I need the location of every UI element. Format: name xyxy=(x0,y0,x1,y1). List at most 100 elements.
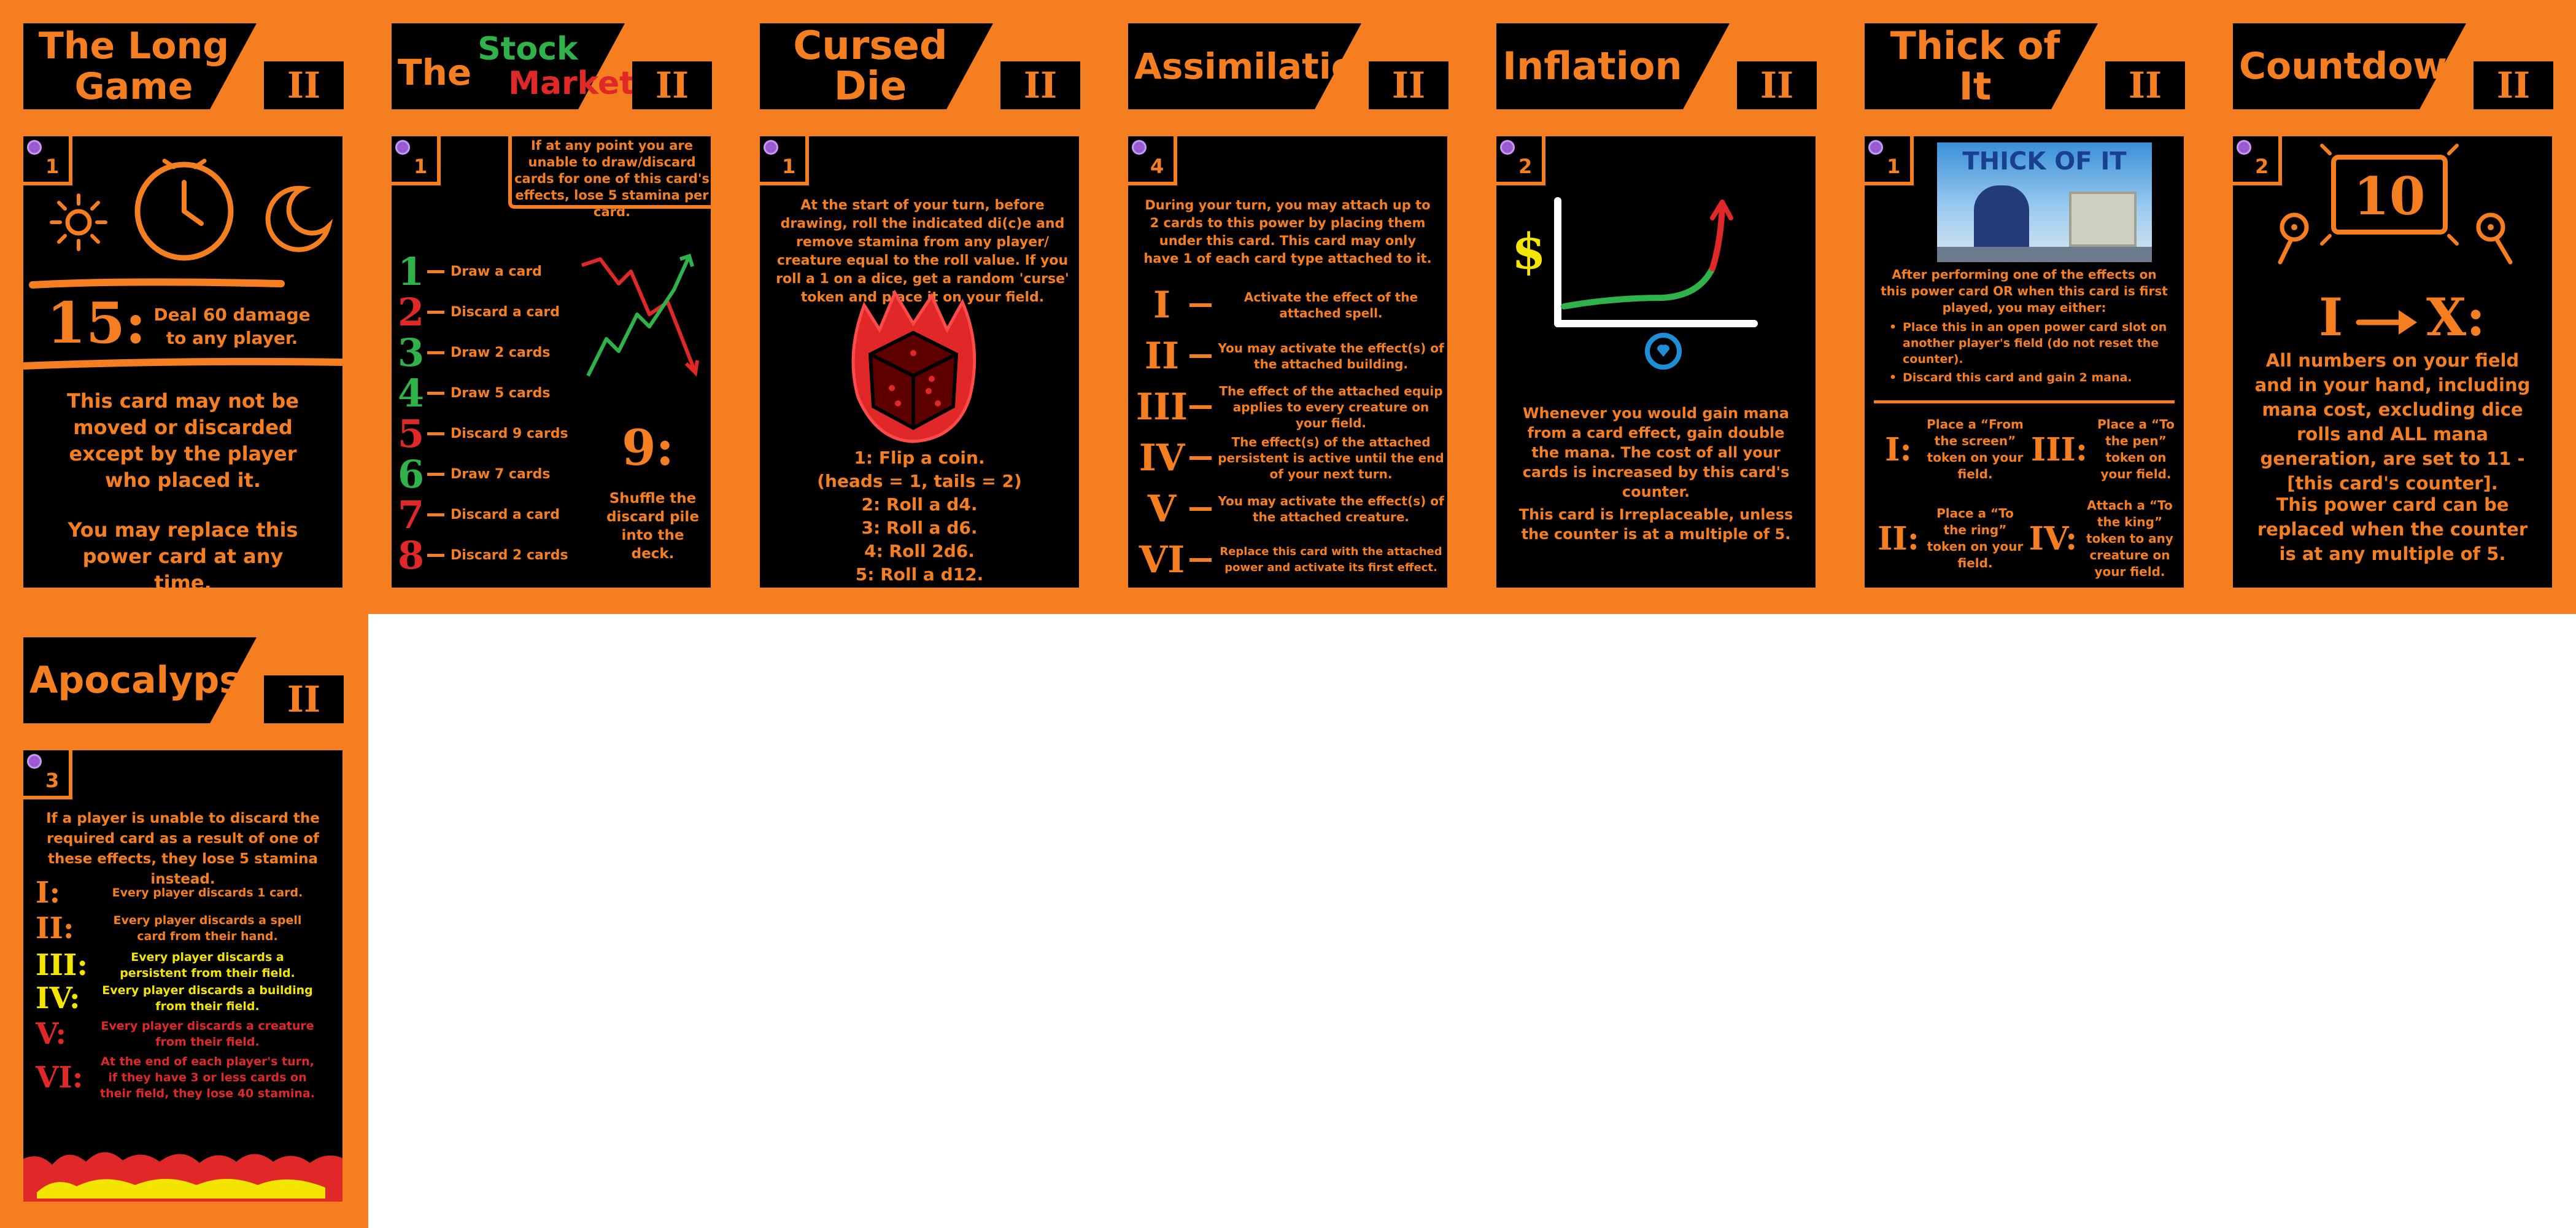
effect-dash xyxy=(1189,558,1212,562)
effect-cell: IV: Attach a “To the king” token to any c… xyxy=(2025,495,2179,581)
bullet-dot: • xyxy=(1889,371,1897,384)
artwork-computer xyxy=(2069,192,2137,247)
outcome-row: 1 Draw a card xyxy=(398,249,542,294)
outcome-dash xyxy=(427,310,444,314)
roman-numeral: IV xyxy=(1139,437,1185,480)
effect-row: III The effect of the attached equip appl… xyxy=(1134,383,1444,432)
roman-numeral: V xyxy=(1147,488,1177,530)
card-title: Apocalypse xyxy=(29,659,266,702)
outcome-number: 5 xyxy=(398,411,425,456)
card-body: 1 If at any point you are unable to draw… xyxy=(392,136,711,588)
outcome-number: 6 xyxy=(398,451,425,497)
card-countdown[interactable]: Countdown II 2 10 I X: All numbers on yo… xyxy=(2210,0,2576,614)
cost-badge: 2 xyxy=(2233,136,2282,185)
outcome-row: 5 Discard 9 cards xyxy=(398,411,568,456)
mana-icon xyxy=(1500,140,1515,155)
effect-row: V: Every player discards a creature from … xyxy=(29,1017,336,1051)
outcome-number: 7 xyxy=(398,492,425,537)
outcome-dash xyxy=(427,513,444,516)
sparkle-icon xyxy=(2320,144,2459,246)
cost-badge: 1 xyxy=(760,136,809,185)
card-thick-of-it[interactable]: Thick of It II 1 THICK OF IT After perfo… xyxy=(1841,0,2210,614)
outcome-number: 3 xyxy=(398,330,425,375)
effect-text: Every player discards a persistent from … xyxy=(120,950,295,980)
mana-cost: 1 xyxy=(1887,155,1901,178)
card-title: The Stock Market xyxy=(398,29,635,103)
effect-text: Every player discards 1 card. xyxy=(112,886,303,900)
roman-numeral: IV: xyxy=(36,981,80,1016)
tier-badge: II xyxy=(2474,61,2553,109)
stock-chart-doodle xyxy=(581,254,699,377)
roman-numeral: VI: xyxy=(36,1060,83,1095)
effect-text: Every player discards a building from th… xyxy=(102,984,313,1013)
effect-text: Activate the effect of the attached spel… xyxy=(1244,290,1418,321)
card-body: 1 15: Deal 60 damage to any player. This… xyxy=(23,136,342,588)
outcome-text: Draw 2 cards xyxy=(451,344,551,360)
card-cursed-die[interactable]: Cursed Die II 1 At the start of your tur… xyxy=(737,0,1105,614)
mana-icon xyxy=(27,754,42,769)
option-item: • Place this in an open power card slot o… xyxy=(1889,319,2172,367)
effect-dash xyxy=(1189,456,1212,460)
cost-badge: 4 xyxy=(1128,136,1177,185)
counter-threshold: 15: xyxy=(47,290,146,356)
bomb-icon xyxy=(2476,212,2513,265)
clock-icon xyxy=(134,158,234,261)
card-the-long-game[interactable]: The Long Game II 1 15: Deal 60 damage to… xyxy=(0,0,368,614)
card-body: 3 If a player is unable to discard the r… xyxy=(23,750,342,1202)
title-word-stock: Stock xyxy=(478,31,578,68)
card-the-stock-market[interactable]: The Stock Market II 1 If at any point yo… xyxy=(368,0,737,614)
option-text: Place this in an open power card slot on… xyxy=(1903,321,2167,366)
outcome-row: 3 Draw 2 cards xyxy=(398,330,551,375)
card-assimilation[interactable]: Assimilation II 4 During your turn, you … xyxy=(1105,0,1473,614)
outcome-number: 4 xyxy=(398,370,425,416)
title-stock-market: Stock Market xyxy=(478,32,635,101)
roman-numeral: V: xyxy=(36,1017,67,1051)
mana-cost: 1 xyxy=(414,155,428,178)
mana-icon xyxy=(27,140,42,155)
outcome-text: Discard 2 cards xyxy=(451,547,568,563)
effect-text: Replace this card with the attached powe… xyxy=(1220,545,1442,574)
roman-numeral: II: xyxy=(36,911,74,946)
outcome-dash xyxy=(427,553,444,557)
effect-grid: I: Place a “From the screen” token on you… xyxy=(1871,406,2181,585)
artwork-caption: THICK OF IT xyxy=(1962,147,2127,176)
outcome-text: Draw 7 cards xyxy=(451,466,551,482)
outcome-text: Draw a card xyxy=(451,263,542,279)
cost-badge: 3 xyxy=(23,750,72,799)
intro-text: If at any point you are unable to draw/d… xyxy=(514,138,710,219)
fire-border xyxy=(23,1152,342,1202)
mana-cost: 1 xyxy=(782,155,796,178)
roman-numeral: III: xyxy=(36,948,88,982)
effect-dash xyxy=(1189,405,1212,409)
inflation-graph xyxy=(1554,197,1758,370)
outcome-text: Discard a card xyxy=(451,507,560,523)
mana-icon xyxy=(1868,140,1883,155)
card-inflation[interactable]: Inflation II 2 $ Whenever you would gain… xyxy=(1473,0,1841,614)
tier-badge: II xyxy=(2105,61,2185,109)
mana-icon xyxy=(395,140,410,155)
rule-text: This card may not be moved or discarded … xyxy=(67,389,299,492)
roman-numeral: I: xyxy=(36,876,61,910)
artwork-figure xyxy=(1974,185,2029,253)
roll-line: 2: Roll a d4. xyxy=(861,494,978,515)
effect-row: VI Replace this card with the attached po… xyxy=(1134,535,1444,585)
effect-text: Whenever you would gain mana from a card… xyxy=(1522,405,1790,500)
effect-cell: III: Place a “To the pen” token on your f… xyxy=(2025,406,2179,492)
artwork-floor xyxy=(1937,247,2152,262)
outcome-text: Draw 5 cards xyxy=(451,385,551,401)
card-apocalypse[interactable]: Apocalypse II 3 If a player is unable to… xyxy=(0,614,368,1228)
tier-badge: II xyxy=(264,61,344,109)
effect-row: II: Every player discards a spell card fr… xyxy=(29,911,336,946)
roman-numeral: II: xyxy=(1878,519,1919,558)
effect-cell: I: Place a “From the screen” token on you… xyxy=(1871,406,2024,492)
effect-cell: II: Place a “To the ring” token on your f… xyxy=(1871,495,2024,581)
effect-text: You may activate the effect(s) of the at… xyxy=(1218,494,1444,524)
card-body: 1 At the start of your turn, before draw… xyxy=(760,136,1079,588)
option-item: • Discard this card and gain 2 mana. xyxy=(1889,370,2172,386)
effect-text: Place a “To the pen” token on your field… xyxy=(2097,417,2175,481)
effect-text: Attach a “To the king” token to any crea… xyxy=(2086,497,2173,579)
outcome-row: 6 Draw 7 cards xyxy=(398,452,551,497)
roman-numeral: III: xyxy=(2030,430,2088,468)
outcome-dash xyxy=(427,351,444,354)
rule-text: You may replace this power card at any t… xyxy=(68,518,298,588)
